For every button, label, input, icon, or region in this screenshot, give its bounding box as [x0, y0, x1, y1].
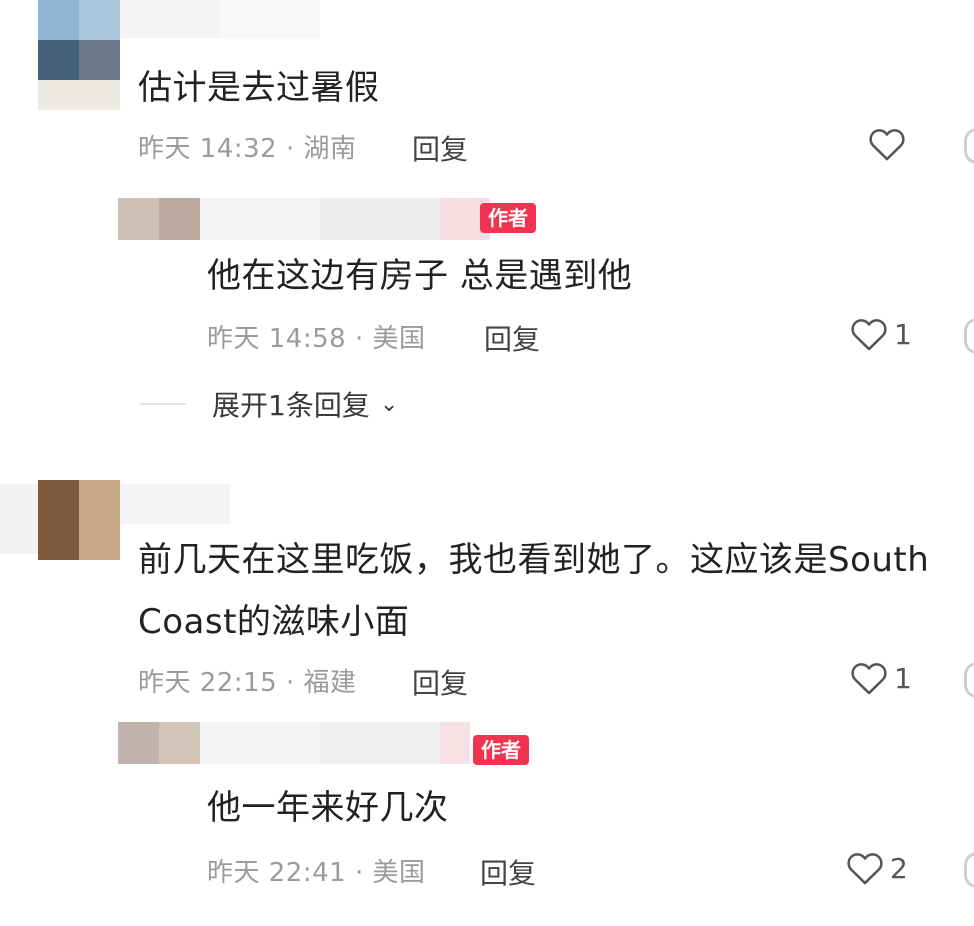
avatar[interactable]: [38, 480, 120, 560]
username-blurred[interactable]: [0, 484, 38, 554]
chevron-down-icon: ⌄: [379, 391, 399, 417]
username-blurred[interactable]: [120, 484, 230, 524]
reply-button[interactable]: 回复: [480, 852, 536, 892]
heart-outline-icon: [850, 316, 888, 352]
like-count: 1: [894, 661, 912, 695]
edge-icon: [964, 128, 974, 164]
expand-replies-button[interactable]: 展开1条回复 ⌄: [140, 384, 398, 424]
divider-line: [140, 403, 186, 405]
like-count: 2: [890, 851, 908, 885]
reply-button[interactable]: 回复: [412, 662, 468, 702]
heart-outline-icon: [850, 660, 888, 696]
comment-text: 估计是去过暑假: [138, 68, 380, 108]
reply-button[interactable]: 回复: [484, 318, 540, 358]
reply-meta: 昨天 14:58 · 美国: [207, 324, 426, 354]
like-count: 1: [894, 317, 912, 351]
expand-replies-label: 展开1条回复: [212, 389, 370, 422]
comment-text-line2: Coast的滋味小面: [138, 602, 410, 642]
reply-button[interactable]: 回复: [412, 128, 468, 168]
author-badge: 作者: [480, 203, 536, 233]
like-button[interactable]: [868, 126, 912, 162]
heart-outline-icon: [868, 126, 906, 162]
avatar[interactable]: [38, 0, 120, 110]
like-button[interactable]: 1: [850, 316, 912, 352]
like-button[interactable]: 2: [846, 850, 908, 886]
edge-icon: [964, 662, 974, 698]
edge-icon: [964, 852, 974, 888]
edge-icon: [964, 318, 974, 354]
heart-outline-icon: [846, 850, 884, 886]
like-button[interactable]: 1: [850, 660, 912, 696]
comment-text: 前几天在这里吃饭，我也看到她了。这应该是South: [138, 540, 930, 580]
reply-username-blurred[interactable]: [200, 198, 490, 240]
comment-meta: 昨天 22:15 · 福建: [138, 668, 357, 698]
comment-meta: 昨天 14:32 · 湖南: [138, 134, 357, 164]
reply-meta: 昨天 22:41 · 美国: [207, 858, 426, 888]
author-badge: 作者: [473, 735, 529, 765]
reply-text: 他在这边有房子 总是遇到他: [207, 256, 633, 296]
reply-avatar[interactable]: [118, 722, 200, 764]
reply-text: 他一年来好几次: [207, 788, 449, 828]
reply-username-blurred[interactable]: [200, 722, 470, 764]
reply-avatar[interactable]: [118, 198, 200, 240]
username-blurred[interactable]: [120, 0, 320, 38]
